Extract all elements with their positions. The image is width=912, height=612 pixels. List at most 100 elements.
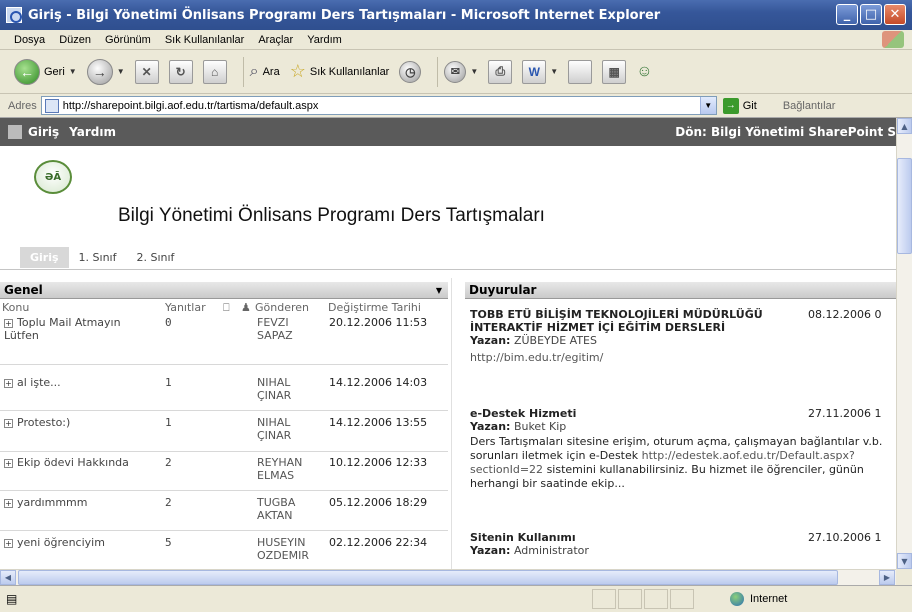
tab-home[interactable]: Giriş bbox=[20, 247, 69, 268]
replies-cell: 0 bbox=[165, 316, 172, 329]
announcement-date: 27.10.2006 1 bbox=[808, 531, 882, 544]
nav-home-link[interactable]: Giriş bbox=[28, 125, 59, 139]
messenger-button[interactable]: ☺ bbox=[636, 63, 652, 81]
vertical-scroll-thumb[interactable] bbox=[897, 158, 912, 254]
links-button[interactable]: Bağlantılar bbox=[783, 100, 836, 112]
menu-view[interactable]: Görünüm bbox=[105, 34, 151, 46]
scroll-left-icon[interactable]: ◀ bbox=[0, 570, 16, 585]
stop-button[interactable]: ✕ bbox=[134, 59, 159, 84]
search-button[interactable]: ⌕ Ara bbox=[250, 63, 280, 81]
col-replies[interactable]: Yanıtlar bbox=[165, 301, 206, 314]
mail-button[interactable]: ✉ ▼ bbox=[444, 60, 478, 83]
scroll-right-icon[interactable]: ▶ bbox=[879, 570, 895, 585]
page-icon bbox=[44, 98, 59, 113]
window-controls: _ □ ✕ bbox=[836, 4, 906, 25]
mail-dropdown-icon[interactable]: ▼ bbox=[470, 67, 478, 76]
discuss-icon bbox=[568, 59, 593, 84]
return-link[interactable]: Dön: Bilgi Yönetimi SharePoint S bbox=[675, 125, 896, 139]
expand-icon[interactable]: + bbox=[4, 498, 13, 508]
sender-cell: HUSEYIN OZDEMIR bbox=[257, 536, 309, 562]
tab-underline bbox=[0, 269, 896, 270]
refresh-button[interactable]: ↻ bbox=[168, 59, 193, 84]
minimize-button[interactable]: _ bbox=[836, 4, 858, 25]
page-content: Giriş Yardım Dön: Bilgi Yönetimi SharePo… bbox=[0, 118, 896, 569]
tab-class-2[interactable]: 2. Sınıf bbox=[126, 247, 184, 268]
sender-cell: FEVZI SAPAZ bbox=[257, 316, 293, 342]
table-row: + yardımmmm 2 TUGBA AKTAN 05.12.2006 18:2… bbox=[0, 496, 448, 531]
favorites-button[interactable]: ☆ Sık Kullanılanlar bbox=[290, 61, 390, 82]
status-cell bbox=[618, 589, 642, 609]
announcement-link[interactable]: http://bim.edu.tr/egitim/ bbox=[470, 351, 896, 364]
menu-bar: Dosya Düzen Görünüm Sık Kullanılanlar Ar… bbox=[0, 30, 912, 50]
expand-icon[interactable]: + bbox=[4, 318, 13, 328]
page-status-icon: ▤ bbox=[6, 592, 18, 606]
scroll-down-icon[interactable]: ▼ bbox=[897, 553, 912, 569]
address-dropdown-icon[interactable]: ▼ bbox=[699, 97, 716, 114]
back-button[interactable]: ← Geri ▼ bbox=[14, 58, 77, 85]
menu-edit[interactable]: Düzen bbox=[59, 34, 91, 46]
announcement-item: e-Destek Hizmeti 27.11.2006 1 Yazan: Buk… bbox=[470, 407, 896, 491]
expand-icon[interactable]: + bbox=[4, 538, 13, 548]
close-button[interactable]: ✕ bbox=[884, 4, 906, 25]
expand-icon[interactable]: + bbox=[4, 418, 13, 428]
expand-icon[interactable]: + bbox=[4, 378, 13, 388]
ie-app-icon bbox=[6, 7, 22, 23]
research-icon: ▦ bbox=[602, 59, 627, 84]
status-bar: ▤ Internet bbox=[0, 585, 912, 612]
topic-cell[interactable]: + yeni öğrenciyim bbox=[4, 536, 154, 549]
col-modified[interactable]: Değiştirme Tarihi bbox=[328, 301, 421, 314]
col-topic[interactable]: Konu bbox=[2, 301, 29, 314]
forward-arrow-icon: → bbox=[86, 58, 113, 85]
status-cell bbox=[670, 589, 694, 609]
table-row: + Toplu Mail Atmayın Lütfen 0 FEVZI SAPAZ… bbox=[0, 316, 448, 365]
menu-help[interactable]: Yardım bbox=[307, 34, 342, 46]
date-cell: 05.12.2006 18:29 bbox=[329, 496, 428, 509]
table-row: + Protesto:) 1 NIHAL ÇINAR 14.12.2006 13:… bbox=[0, 416, 448, 452]
attachment-icon: ⎕ bbox=[223, 301, 230, 314]
horizontal-scroll-thumb[interactable] bbox=[18, 570, 838, 585]
topic-cell[interactable]: + yardımmmm bbox=[4, 496, 154, 509]
nav-help-link[interactable]: Yardım bbox=[69, 125, 116, 139]
topic-cell[interactable]: + Protesto:) bbox=[4, 416, 154, 429]
maximize-button[interactable]: □ bbox=[860, 4, 882, 25]
replies-cell: 1 bbox=[165, 416, 172, 429]
menu-tools[interactable]: Araçlar bbox=[258, 34, 293, 46]
edit-dropdown-icon[interactable]: ▼ bbox=[550, 67, 558, 76]
go-arrow-icon[interactable]: → bbox=[722, 97, 739, 114]
print-icon: ⎙ bbox=[488, 59, 513, 84]
announcement-title[interactable]: TOBB ETÜ BİLİŞİM TEKNOLOJİLERİ MÜDÜRLÜĞÜ… bbox=[470, 308, 770, 334]
site-tabs: Giriş 1. Sınıf 2. Sınıf bbox=[20, 247, 184, 268]
edit-button[interactable]: W ▼ bbox=[522, 59, 558, 84]
scroll-up-icon[interactable]: ▲ bbox=[897, 118, 912, 134]
address-input[interactable]: http://sharepoint.bilgi.aof.edu.tr/tarti… bbox=[40, 96, 717, 115]
back-dropdown-icon[interactable]: ▼ bbox=[69, 67, 77, 76]
history-button[interactable]: ◷ bbox=[399, 60, 422, 83]
tab-class-1[interactable]: 1. Sınıf bbox=[69, 247, 127, 268]
toolbar-separator bbox=[437, 56, 439, 87]
panel-menu-arrow-icon[interactable]: ▼ bbox=[436, 286, 442, 295]
sender-cell: NIHAL ÇINAR bbox=[257, 376, 292, 402]
replies-cell: 2 bbox=[165, 456, 172, 469]
forward-dropdown-icon[interactable]: ▼ bbox=[117, 67, 125, 76]
announcement-item: TOBB ETÜ BİLİŞİM TEKNOLOJİLERİ MÜDÜRLÜĞÜ… bbox=[470, 308, 896, 364]
horizontal-scrollbar[interactable]: ◀ ▶ bbox=[0, 569, 896, 585]
expand-icon[interactable]: + bbox=[4, 458, 13, 468]
research-button[interactable]: ▦ bbox=[602, 59, 627, 84]
print-button[interactable]: ⎙ bbox=[488, 59, 513, 84]
table-row: + yeni öğrenciyim 5 HUSEYIN OZDEMIR 02.12… bbox=[0, 536, 448, 569]
forward-button[interactable]: → ▼ bbox=[86, 58, 125, 85]
menu-file[interactable]: Dosya bbox=[14, 34, 45, 46]
topic-cell[interactable]: + Toplu Mail Atmayın Lütfen bbox=[4, 316, 154, 342]
go-button[interactable]: Git bbox=[743, 100, 757, 112]
search-icon: ⌕ bbox=[249, 62, 259, 80]
panel-divider bbox=[451, 278, 452, 569]
home-button[interactable]: ⌂ bbox=[202, 59, 227, 84]
col-sender[interactable]: Gönderen bbox=[255, 301, 309, 314]
vertical-scrollbar[interactable]: ▲ ▼ bbox=[896, 118, 912, 569]
discuss-button[interactable] bbox=[568, 59, 593, 84]
window-title: Giriş - Bilgi Yönetimi Önlisans Programı… bbox=[28, 7, 661, 23]
menu-favorites[interactable]: Sık Kullanılanlar bbox=[165, 34, 245, 46]
topic-cell[interactable]: + Ekip ödevi Hakkında bbox=[4, 456, 154, 469]
announcement-author: Yazan: Buket Kip bbox=[470, 420, 567, 433]
topic-cell[interactable]: + al işte... bbox=[4, 376, 154, 389]
